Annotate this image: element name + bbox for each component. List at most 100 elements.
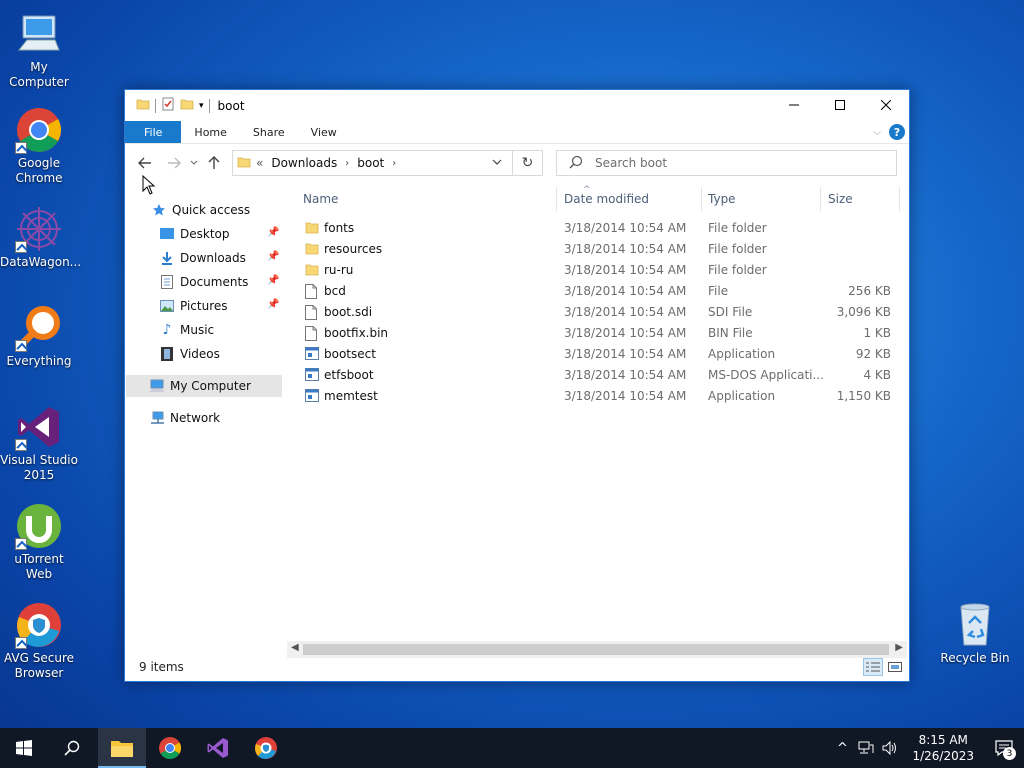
nav-downloads[interactable]: Downloads <box>159 247 246 269</box>
desktop-icon-label: My Computer <box>9 60 69 89</box>
mouse-cursor-icon <box>142 175 156 195</box>
column-divider[interactable] <box>820 187 821 211</box>
file-date-modified: 3/18/2014 10:54 AM <box>564 284 687 298</box>
desktop-icon-google-chrome[interactable]: Google Chrome <box>0 106 78 186</box>
system-tray: ^ 8:15 AM 1/26/2023 3 <box>830 728 1024 768</box>
file-row[interactable]: fonts 3/18/2014 10:54 AM File folder <box>287 218 901 239</box>
pin-icon[interactable]: 📌 <box>267 299 279 310</box>
minimize-button[interactable] <box>771 90 817 120</box>
file-row[interactable]: bootsect 3/18/2014 10:54 AM Application 92 … <box>287 344 901 365</box>
network-status-icon[interactable] <box>854 741 878 755</box>
up-button[interactable] <box>202 151 226 175</box>
new-folder-icon[interactable] <box>180 97 194 114</box>
search-box[interactable]: Search boot <box>556 150 897 176</box>
start-button[interactable] <box>0 728 48 768</box>
file-icon <box>305 284 319 299</box>
desktop-icon-utorrent-web[interactable]: uTorrent Web <box>0 502 78 582</box>
show-hidden-icons-icon[interactable]: ^ <box>830 741 854 756</box>
nav-network[interactable]: Network <box>149 407 220 429</box>
tab-view[interactable]: View <box>298 121 350 143</box>
file-row[interactable]: bootfix.bin 3/18/2014 10:54 AM BIN File 1 K… <box>287 323 901 344</box>
address-overflow[interactable]: « <box>256 156 263 170</box>
clock[interactable]: 8:15 AM 1/26/2023 <box>902 732 984 764</box>
pin-icon[interactable]: 📌 <box>267 251 279 262</box>
desktop-icon-datawagon[interactable]: DataWagon... <box>0 205 81 270</box>
address-dropdown-icon[interactable] <box>492 155 502 169</box>
column-divider[interactable] <box>899 187 900 211</box>
column-header-type[interactable]: Type <box>708 185 736 213</box>
file-row[interactable]: bcd 3/18/2014 10:54 AM File 256 KB <box>287 281 901 302</box>
file-explorer-window: ▾ boot File Home Share View ⌵ ? « Downlo… <box>124 89 910 682</box>
forward-button[interactable] <box>162 151 186 175</box>
nav-music[interactable]: ♪ Music <box>159 319 215 341</box>
expand-ribbon-icon[interactable]: ⌵ <box>873 127 881 138</box>
details-view-button[interactable] <box>863 658 883 676</box>
datawagon-icon <box>15 205 63 253</box>
taskbar-file-explorer[interactable] <box>98 728 146 768</box>
pin-icon[interactable]: 📌 <box>267 227 279 238</box>
breadcrumb-downloads[interactable]: Downloads <box>271 156 337 170</box>
breadcrumb-chevron-icon[interactable]: › <box>392 158 396 169</box>
breadcrumb-boot[interactable]: boot <box>357 156 384 170</box>
column-header-size[interactable]: Size <box>828 185 853 213</box>
nav-label: Downloads <box>180 251 246 265</box>
document-icon <box>159 274 175 290</box>
column-header-name[interactable]: Name <box>303 185 338 213</box>
desktop-icon-visual-studio[interactable]: Visual Studio 2015 <box>0 403 78 483</box>
nav-quick-access[interactable]: Quick access <box>151 199 250 221</box>
column-header-date-modified[interactable]: Date modified <box>564 185 649 213</box>
breadcrumb-chevron-icon[interactable]: › <box>345 158 349 169</box>
scroll-right-icon[interactable]: ▶ <box>895 642 903 653</box>
tab-share[interactable]: Share <box>240 121 298 143</box>
file-row[interactable]: ru-ru 3/18/2014 10:54 AM File folder <box>287 260 901 281</box>
nav-videos[interactable]: Videos <box>159 343 220 365</box>
ribbon-tabs: File Home Share View ⌵ ? <box>125 121 909 144</box>
file-icon <box>305 305 319 320</box>
taskbar-search-button[interactable] <box>48 728 96 768</box>
desktop-icon-label: AVG Secure Browser <box>3 651 75 680</box>
notification-count-badge: 3 <box>1003 747 1016 760</box>
desktop-icon-everything[interactable]: Everything <box>0 304 78 369</box>
file-row[interactable]: resources 3/18/2014 10:54 AM File folder <box>287 239 901 260</box>
nav-my-computer[interactable]: My Computer <box>126 375 282 397</box>
taskbar-google-chrome[interactable] <box>146 728 194 768</box>
refresh-button[interactable]: ↻ <box>512 151 542 175</box>
file-date-modified: 3/18/2014 10:54 AM <box>564 368 687 382</box>
taskbar-avg-secure-browser[interactable] <box>242 728 290 768</box>
desktop-icon-my-computer[interactable]: My Computer <box>0 10 78 90</box>
recent-locations-button[interactable] <box>186 151 202 175</box>
action-center-button[interactable]: 3 <box>984 728 1024 768</box>
tab-file[interactable]: File <box>125 121 182 143</box>
help-button[interactable]: ? <box>889 124 905 140</box>
back-button[interactable] <box>133 151 157 175</box>
column-divider[interactable] <box>701 187 702 211</box>
scroll-left-icon[interactable]: ◀ <box>291 642 299 653</box>
picture-icon <box>159 298 175 314</box>
close-button[interactable] <box>863 90 909 120</box>
desktop-icon-avg-secure-browser[interactable]: AVG Secure Browser <box>0 601 78 681</box>
file-row[interactable]: memtest 3/18/2014 10:54 AM Application 1,15… <box>287 386 901 407</box>
file-name: memtest <box>324 389 378 403</box>
nav-label: Desktop <box>180 227 230 241</box>
customize-toolbar-icon[interactable]: ▾ <box>199 101 204 111</box>
shortcut-arrow-icon <box>15 241 27 253</box>
chrome-icon <box>15 106 63 154</box>
column-divider[interactable] <box>556 187 557 211</box>
volume-icon[interactable] <box>878 741 902 755</box>
nav-pictures[interactable]: Pictures <box>159 295 228 317</box>
nav-label: Network <box>170 411 221 425</box>
nav-desktop[interactable]: Desktop <box>159 223 230 245</box>
address-bar[interactable]: « Downloads › boot › ↻ <box>232 150 543 176</box>
large-icons-view-button[interactable] <box>885 658 905 676</box>
tab-home[interactable]: Home <box>181 121 239 143</box>
avg-browser-icon <box>255 737 277 759</box>
nav-documents[interactable]: Documents <box>159 271 248 293</box>
properties-icon[interactable] <box>161 97 175 114</box>
view-switcher <box>863 658 905 676</box>
file-row[interactable]: etfsboot 3/18/2014 10:54 AM MS-DOS Applica… <box>287 365 901 386</box>
file-row[interactable]: boot.sdi 3/18/2014 10:54 AM SDI File 3,096 … <box>287 302 901 323</box>
taskbar-visual-studio[interactable] <box>194 728 242 768</box>
pin-icon[interactable]: 📌 <box>267 275 279 286</box>
desktop-icon-recycle-bin[interactable]: Recycle Bin <box>936 601 1014 666</box>
maximize-button[interactable] <box>817 90 863 120</box>
